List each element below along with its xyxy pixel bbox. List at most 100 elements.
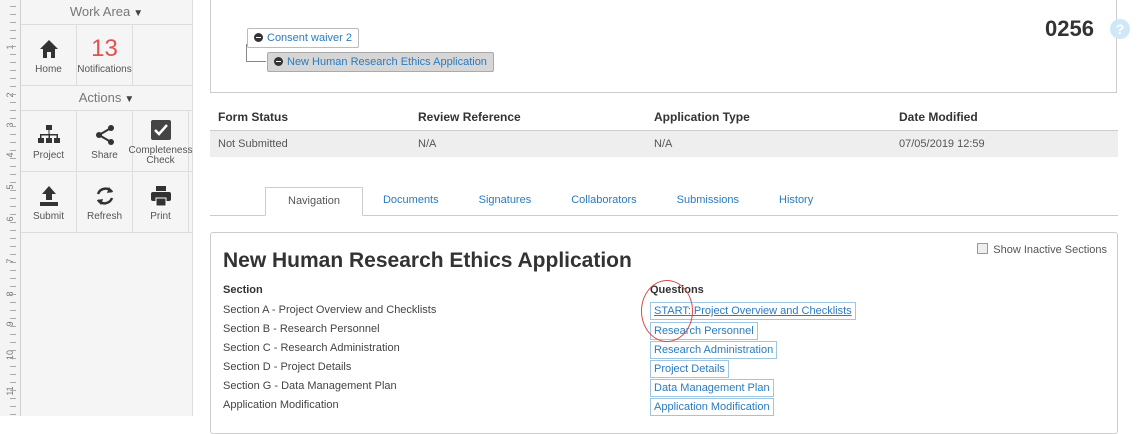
ruler-tick (10, 334, 16, 335)
tab-signatures[interactable]: Signatures (459, 187, 552, 214)
section-label: Section B - Research Personnel (223, 323, 380, 335)
ruler-number: 2 (5, 92, 15, 98)
status-header-row: Form Status Review Reference Application… (210, 104, 1118, 131)
date-modified-header: Date Modified (899, 110, 978, 124)
ruler-tick (10, 102, 16, 103)
question-link-application-modification[interactable]: Application Modification (650, 398, 774, 416)
ruler-tick (10, 342, 16, 343)
ruler-tick (10, 182, 16, 183)
tree-connector (246, 44, 247, 61)
notifications-label: Notifications (77, 63, 132, 75)
review-reference-header: Review Reference (418, 110, 521, 124)
ruler-tick (10, 198, 16, 199)
tree-node-current[interactable]: New Human Research Ethics Application (267, 52, 494, 72)
ruler-tick (10, 54, 16, 55)
help-icon[interactable]: ? (1110, 19, 1130, 39)
checkbox-icon (146, 117, 176, 143)
tab-documents[interactable]: Documents (363, 187, 459, 214)
home-button[interactable]: Home (21, 25, 77, 85)
ruler-tick (10, 366, 16, 367)
ruler-tick (10, 166, 16, 167)
question-link-data-management-plan[interactable]: Data Management Plan (650, 379, 774, 397)
ruler-tick (10, 206, 16, 207)
ruler-number: 1 (5, 44, 15, 50)
share-button[interactable]: Share (77, 111, 133, 171)
ruler-tick (10, 110, 16, 111)
application-id: 0256 (1045, 16, 1094, 41)
application-type-value: N/A (654, 138, 673, 150)
ruler-tick (10, 222, 16, 223)
tab-navigation[interactable]: Navigation (265, 187, 363, 216)
ruler-tick (10, 190, 16, 191)
share-label: Share (91, 149, 118, 161)
show-inactive-checkbox[interactable] (977, 243, 989, 254)
submit-button[interactable]: Submit (21, 172, 77, 232)
question-link-research-administration[interactable]: Research Administration (650, 341, 778, 359)
print-button[interactable]: Print (133, 172, 189, 232)
ruler-tick (10, 262, 16, 263)
tab-history[interactable]: History (759, 187, 833, 214)
tab-submissions[interactable]: Submissions (657, 187, 759, 214)
show-inactive-toggle[interactable]: Show Inactive Sections (977, 243, 1107, 256)
navigation-panel: Show Inactive Sections New Human Researc… (210, 232, 1118, 434)
application-type-header: Application Type (654, 110, 750, 124)
project-button[interactable]: Project (21, 111, 77, 171)
ruler-tick (10, 38, 16, 39)
ruler-tick (10, 70, 16, 71)
ruler-tick (10, 390, 16, 391)
ruler-tick (10, 118, 16, 119)
ruler-tick (10, 134, 16, 135)
ruler-tick (10, 254, 16, 255)
ruler-tick (10, 214, 16, 215)
review-reference-value: N/A (418, 138, 437, 150)
ruler-tick (10, 126, 16, 127)
tab-collaborators[interactable]: Collaborators (551, 187, 656, 214)
ruler-tick (10, 230, 16, 231)
collapse-icon (274, 57, 283, 66)
ruler-tick (10, 302, 16, 303)
ruler-tick (10, 286, 16, 287)
completeness-check-button[interactable]: Completeness Check (129, 111, 192, 171)
ruler-tick (10, 238, 16, 239)
actions-row-1: Project Share Completeness Check (21, 111, 192, 172)
ruler-tick (10, 278, 16, 279)
tree-connector (246, 61, 266, 62)
work-area-tiles: Home 13 Notifications (21, 25, 192, 86)
section-label: Section D - Project Details (223, 361, 352, 373)
submit-label: Submit (32, 210, 65, 222)
form-status-header: Form Status (218, 110, 289, 124)
section-label: Section G - Data Management Plan (223, 380, 397, 392)
status-table: Form Status Review Reference Application… (210, 104, 1118, 157)
ruler-tick (10, 246, 16, 247)
ruler-tick (10, 382, 16, 383)
print-icon (146, 183, 176, 209)
actions-header[interactable]: Actions ▼ (21, 86, 192, 111)
refresh-button[interactable]: Refresh (77, 172, 133, 232)
application-tree-panel: Consent waiver 2 New Human Research Ethi… (210, 0, 1117, 93)
actions-title: Actions (78, 90, 122, 105)
section-column-header: Section (223, 284, 263, 296)
work-area-header[interactable]: Work Area ▼ (21, 0, 192, 25)
ruler-tick (10, 350, 16, 351)
sitemap-icon (34, 122, 64, 148)
ruler-tick (10, 414, 16, 415)
show-inactive-label: Show Inactive Sections (993, 244, 1107, 256)
ruler-tick (10, 294, 16, 295)
home-icon (34, 36, 64, 62)
tab-bar: Navigation Documents Signatures Collabor… (265, 187, 833, 216)
notifications-button[interactable]: 13 Notifications (77, 25, 133, 85)
tree-node-parent[interactable]: Consent waiver 2 (247, 28, 359, 48)
date-modified-value: 07/05/2019 12:59 (899, 138, 985, 150)
ruler-tick (10, 326, 16, 327)
ruler-tick (10, 30, 16, 31)
chevron-down-icon: ▼ (133, 8, 144, 19)
actions-row-2: Submit Refresh Print (21, 172, 192, 233)
ruler-tick (10, 374, 16, 375)
status-value-row: Not Submitted N/A N/A 07/05/2019 12:59 (210, 131, 1118, 157)
question-link-project-details[interactable]: Project Details (650, 360, 729, 378)
section-label: Application Modification (223, 399, 339, 411)
project-label: Project (32, 149, 65, 161)
notification-count: 13 (91, 34, 118, 62)
print-label: Print (150, 210, 171, 222)
refresh-label: Refresh (86, 210, 122, 222)
